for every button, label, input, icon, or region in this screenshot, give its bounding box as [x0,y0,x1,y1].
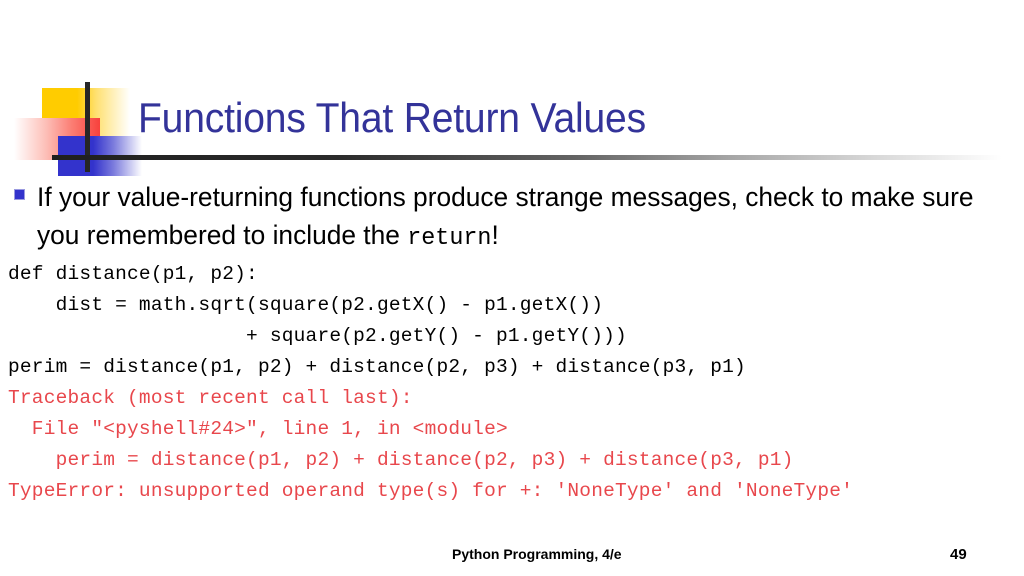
bullet-text: If your value-returning functions produc… [37,178,985,258]
footer-page-number: 49 [950,546,967,563]
bullet-block: If your value-returning functions produc… [14,178,1009,258]
bullet-text-lead: If your value-returning functions produc… [37,182,974,250]
code-line: perim = distance(p1, p2) + distance(p2, … [8,356,746,378]
code-line-error: TypeError: unsupported operand type(s) f… [8,480,854,502]
bullet-code-keyword: return [407,225,492,252]
bullet-list-item: If your value-returning functions produc… [14,178,1009,258]
code-listing: def distance(p1, p2): dist = math.sqrt(s… [8,259,853,507]
slide-footer: Python Programming, 4/e 49 [0,546,1024,576]
slide-title-area: Functions That Return Values [0,0,1024,176]
code-line-error: Traceback (most recent call last): [8,387,413,409]
code-line-error: perim = distance(p1, p2) + distance(p2, … [8,449,794,471]
code-line: def distance(p1, p2): [8,263,258,285]
title-underline-rule [52,155,1002,160]
page-title: Functions That Return Values [138,94,646,141]
footer-book-title: Python Programming, 4/e [452,546,622,562]
code-line: + square(p2.getY() - p1.getY())) [8,325,627,347]
bullet-marker-icon [14,189,25,200]
bullet-text-tail: ! [491,220,499,250]
code-line: dist = math.sqrt(square(p2.getX() - p1.g… [8,294,604,316]
code-line-error: File "<pyshell#24>", line 1, in <module> [8,418,508,440]
